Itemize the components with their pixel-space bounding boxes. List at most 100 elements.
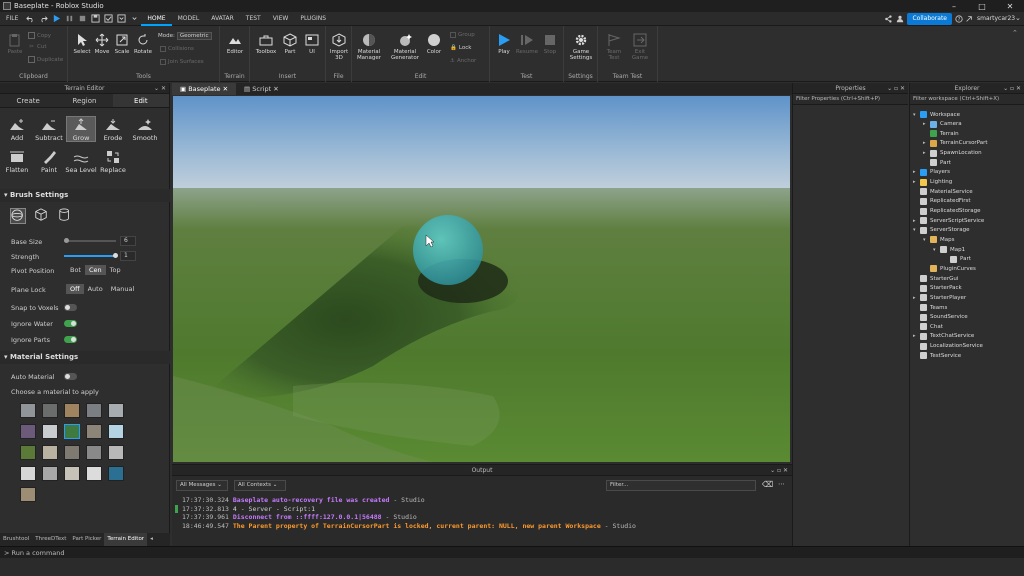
duplicate-button[interactable]: Duplicate [28,56,63,63]
menu-test[interactable]: TEST [240,12,267,26]
material-swatch[interactable] [108,403,124,418]
tab-create[interactable]: Create [0,94,57,107]
pivot-top[interactable]: Top [106,265,125,275]
explorer-item[interactable]: StarterPack [913,284,962,292]
tab-edit[interactable]: Edit [112,94,169,107]
explorer-item[interactable]: ▸ ServerScriptService [913,217,984,225]
material-manager-button[interactable]: Material Manager [354,33,384,61]
output-close-icon[interactable]: ⌄ ▫ ✕ [770,467,788,474]
tab-script[interactable]: ▤ Script ✕ [236,83,287,95]
import-3d-button[interactable]: Import 3D [328,33,350,61]
base-size-slider[interactable] [64,238,116,243]
share-link-icon[interactable] [965,15,973,23]
tool-subtract[interactable]: Subtract [33,118,65,142]
explorer-item[interactable]: Teams [913,304,947,311]
explorer-item[interactable]: Part [943,255,971,263]
explorer-item[interactable]: MaterialService [913,188,973,196]
checkbox-quick-icon[interactable] [104,14,113,23]
explorer-item[interactable]: ▸ SpawnLocation [923,149,982,157]
explorer-item[interactable]: ▾ ServerStorage [913,226,970,234]
auto-material-toggle[interactable] [64,373,77,380]
material-swatch[interactable] [20,445,36,460]
material-swatch[interactable] [20,403,36,418]
collaborate-button[interactable]: Collaborate [907,13,952,25]
tab-terrain-editor[interactable]: Terrain Editor [104,533,148,546]
material-swatch[interactable] [64,424,80,439]
strength-slider[interactable] [64,253,118,258]
collisions-toggle[interactable]: Collisions [160,46,194,52]
resume-button[interactable]: Resume [516,33,538,55]
material-settings-header[interactable]: ▾ Material Settings [0,351,170,364]
explorer-item[interactable]: Terrain [923,130,959,138]
close-tab-icon[interactable]: ✕ [273,85,278,93]
scale-button[interactable]: Scale [112,33,132,55]
team-test-button[interactable]: Team Test [602,33,626,61]
tabs-scroll-icon[interactable]: ◂ [147,533,156,546]
tab-baseplate[interactable]: ▣ Baseplate ✕ [172,83,237,95]
collapsed-arrow-icon[interactable]: ▸ [913,169,920,175]
undo-icon[interactable] [26,14,35,23]
material-swatch[interactable] [86,445,102,460]
plane-manual[interactable]: Manual [107,284,139,294]
explorer-item[interactable]: ▸ Lighting [913,178,952,186]
play-button[interactable]: Play [494,33,514,55]
tool-add[interactable]: Add [1,118,33,142]
tab-part-picker[interactable]: Part Picker [69,533,104,546]
minimize-button[interactable]: – [940,0,968,12]
brush-shape-cube[interactable] [34,208,50,224]
panel-close-icon[interactable]: ⌄ ✕ [154,85,166,92]
tool-paint[interactable]: Paint [33,150,65,174]
close-tab-icon[interactable]: ✕ [223,85,228,93]
brush-shape-sphere[interactable] [10,208,26,224]
base-size-input[interactable]: 6 [120,236,136,246]
move-button[interactable]: Move [92,33,112,55]
explorer-item[interactable]: StarterGui [913,275,958,283]
collapsed-arrow-icon[interactable]: ▸ [913,333,920,339]
mode-value[interactable]: Geometric [176,32,212,40]
lock-button[interactable]: 🔒 Lock [450,45,471,51]
collapsed-arrow-icon[interactable]: ▸ [913,295,920,301]
explorer-item[interactable]: ▸ TerrainCursorPart [923,139,988,147]
group-button[interactable]: Group [450,32,475,38]
material-swatch[interactable] [42,424,58,439]
all-contexts-dropdown[interactable]: All Contexts ⌄ [234,480,286,491]
collapsed-arrow-icon[interactable]: ▸ [923,150,930,156]
explorer-item[interactable]: ▸ Players [913,168,950,176]
plane-auto[interactable]: Auto [84,284,107,294]
material-swatch[interactable] [86,403,102,418]
explorer-item[interactable]: ReplicatedStorage [913,207,980,215]
collapsed-arrow-icon[interactable]: ▸ [923,121,930,127]
explorer-item[interactable]: ▸ TextChatService [913,332,974,340]
game-settings-button[interactable]: Game Settings [567,33,595,61]
material-swatch[interactable] [86,424,102,439]
plane-off[interactable]: Off [66,284,84,294]
username[interactable]: smartycar23 [977,15,1015,22]
strength-slider-knob[interactable] [113,253,118,258]
menu-home[interactable]: HOME [141,12,172,26]
cut-button[interactable]: ✂ Cut [28,44,46,50]
command-input[interactable]: Run a command [12,549,65,557]
stop-button[interactable]: Stop [540,33,560,55]
command-bar[interactable]: > Run a command [0,546,1024,558]
properties-close-icon[interactable]: ⌄ ▫ ✕ [887,85,905,92]
help-icon[interactable]: ? [955,15,963,23]
base-size-slider-knob[interactable] [64,238,69,243]
tab-brushtool[interactable]: Brushtool [0,533,32,546]
collapsed-arrow-icon[interactable]: ▸ [913,179,920,185]
maximize-button[interactable]: □ [968,0,996,12]
rotate-button[interactable]: Rotate [132,33,154,55]
menu-plugins[interactable]: PLUGINS [294,12,332,26]
material-swatch[interactable] [64,466,80,481]
tool-flatten[interactable]: Flatten [1,150,33,174]
expanded-arrow-icon[interactable]: ▾ [923,237,930,243]
output-more-icon[interactable]: ⋯ [778,480,785,488]
expanded-arrow-icon[interactable]: ▾ [913,112,920,118]
output-filter-input[interactable]: Filter... [606,480,756,491]
terrain-editor-button[interactable]: Editor [225,33,245,55]
customize-quick-icon[interactable] [130,14,139,23]
ribbon-collapse-icon[interactable]: ⌃ [1012,29,1018,37]
close-button[interactable]: ✕ [996,0,1024,12]
tool-smooth[interactable]: Smooth [129,118,161,142]
pivot-cen[interactable]: Cen [85,265,106,275]
stop-quick-icon[interactable] [78,14,87,23]
